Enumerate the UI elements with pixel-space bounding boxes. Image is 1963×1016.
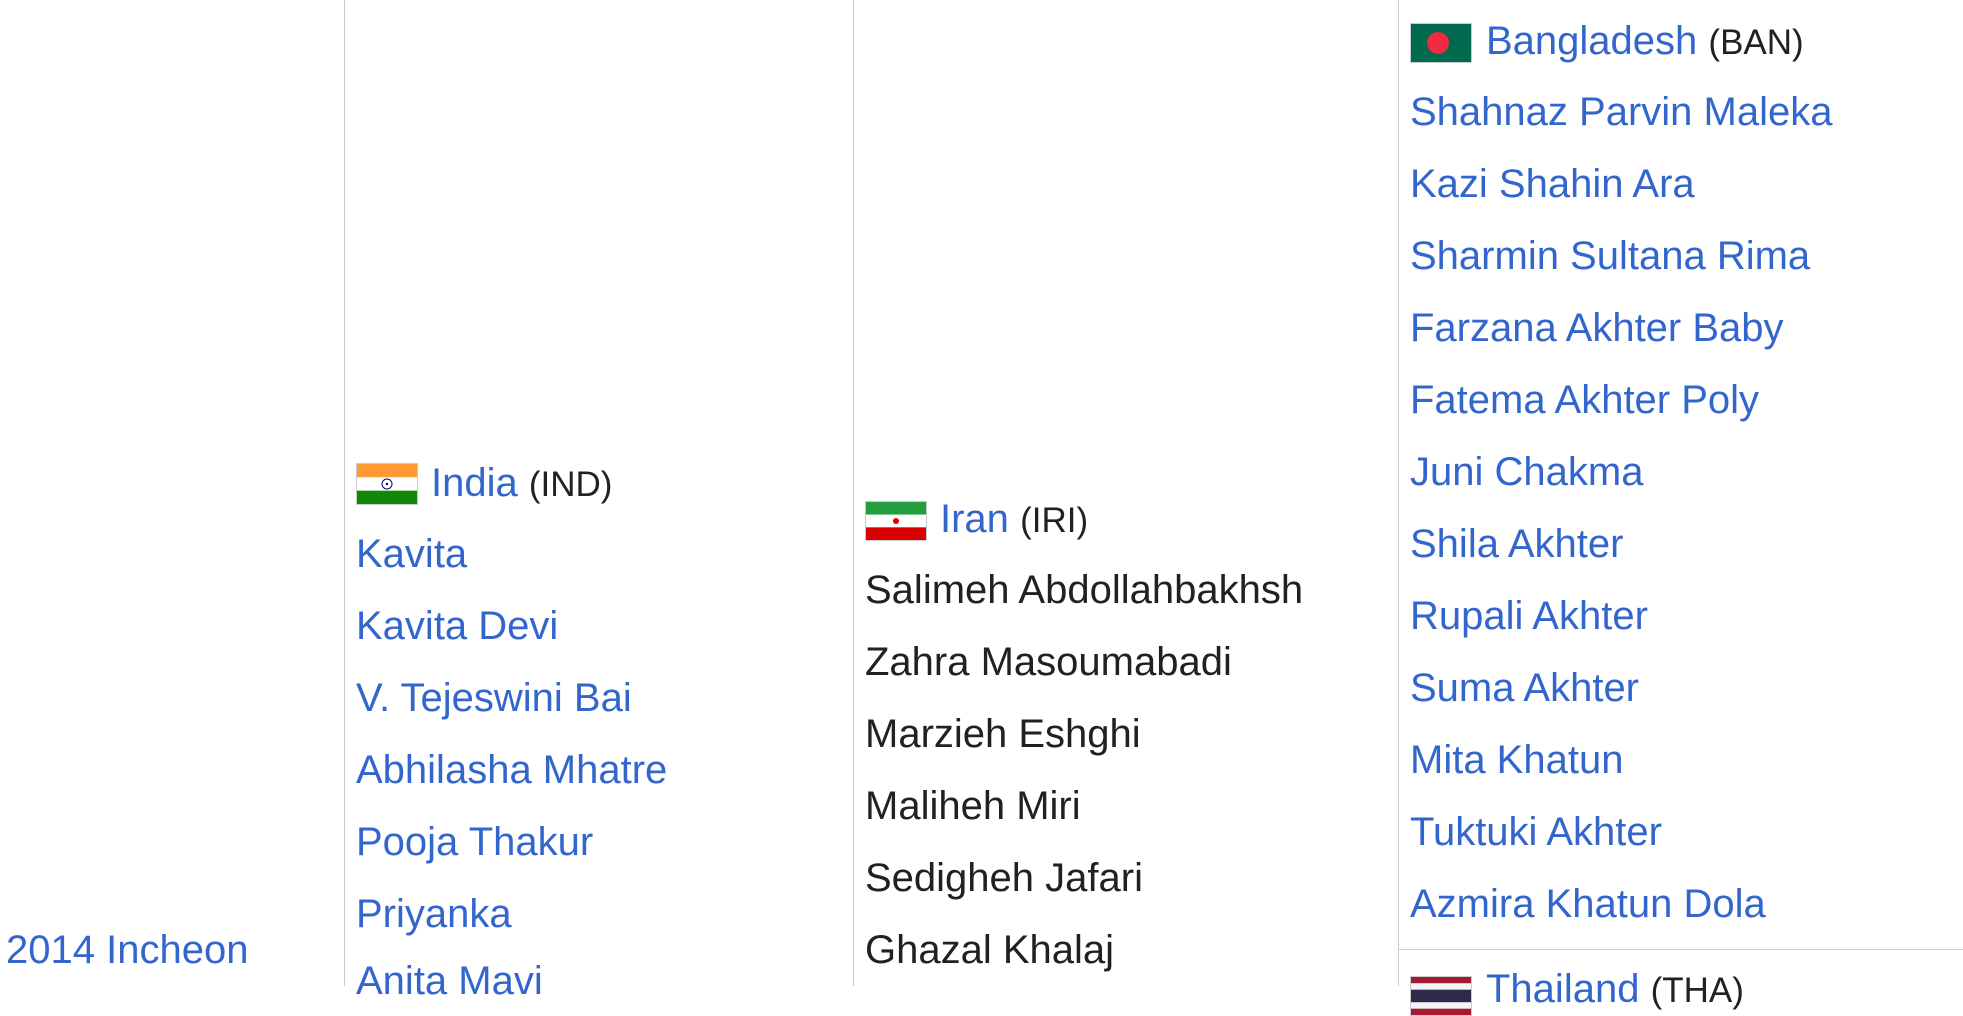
bangladesh-player-2[interactable]: Kazi Shahin Ara: [1410, 161, 1695, 207]
bangladesh-country-heading: Bangladesh (BAN): [1486, 18, 1804, 66]
india-player-4[interactable]: Abhilasha Mhatre: [356, 747, 667, 793]
bangladesh-player-9[interactable]: Suma Akhter: [1410, 665, 1639, 711]
row-divider: [1398, 949, 1963, 950]
bangladesh-player-1[interactable]: Shahnaz Parvin Maleka: [1410, 89, 1832, 135]
bangladesh-player-10[interactable]: Mita Khatun: [1410, 737, 1623, 783]
bangladesh-country-link[interactable]: Bangladesh: [1486, 19, 1697, 63]
iran-country-link[interactable]: Iran: [940, 497, 1009, 541]
thailand-country-link[interactable]: Thailand: [1486, 967, 1639, 1011]
india-player-1[interactable]: Kavita: [356, 531, 467, 577]
iran-country-code: (IRI): [1020, 501, 1089, 540]
iran-country-heading: Iran (IRI): [940, 496, 1088, 544]
event-year-link[interactable]: 2014 Incheon: [6, 927, 248, 973]
bangladesh-flag-icon: [1410, 23, 1472, 63]
iran-player-2: Zahra Masoumabadi: [865, 640, 1232, 684]
india-country-link[interactable]: India: [431, 461, 518, 505]
iran-player-4: Maliheh Miri: [865, 784, 1081, 828]
india-country-heading: India (IND): [431, 460, 612, 508]
bangladesh-player-12[interactable]: Azmira Khatun Dola: [1410, 881, 1766, 927]
india-country-code: (IND): [528, 465, 613, 504]
bangladesh-player-6[interactable]: Juni Chakma: [1410, 449, 1643, 495]
india-player-6[interactable]: Priyanka: [356, 891, 512, 937]
bangladesh-player-11[interactable]: Tuktuki Akhter: [1410, 809, 1662, 855]
bangladesh-player-5[interactable]: Fatema Akhter Poly: [1410, 377, 1759, 423]
iran-player-3: Marzieh Eshghi: [865, 712, 1141, 756]
india-player-2[interactable]: Kavita Devi: [356, 603, 558, 649]
thailand-country-heading: Thailand (THA): [1486, 966, 1744, 1014]
bangladesh-player-7[interactable]: Shila Akhter: [1410, 521, 1623, 567]
column-divider-2: [853, 0, 854, 986]
bangladesh-player-8[interactable]: Rupali Akhter: [1410, 593, 1648, 639]
india-player-3[interactable]: V. Tejeswini Bai: [356, 675, 632, 721]
iran-player-6: Ghazal Khalaj: [865, 928, 1115, 972]
iran-player-5: Sedigheh Jafari: [865, 856, 1143, 900]
thailand-country-code: (THA): [1650, 971, 1744, 1010]
bangladesh-country-code: (BAN): [1708, 23, 1804, 62]
bangladesh-player-4[interactable]: Farzana Akhter Baby: [1410, 305, 1784, 351]
thailand-flag-icon: [1410, 976, 1472, 1016]
india-flag-icon: [356, 463, 418, 505]
iran-player-1: Salimeh Abdollahbakhsh: [865, 568, 1304, 612]
india-player-7[interactable]: Anita Mavi: [356, 958, 543, 1004]
column-divider-1: [344, 0, 345, 986]
column-divider-3: [1398, 0, 1399, 986]
bangladesh-player-3[interactable]: Sharmin Sultana Rima: [1410, 233, 1810, 279]
india-player-5[interactable]: Pooja Thakur: [356, 819, 593, 865]
iran-flag-icon: [865, 501, 927, 541]
